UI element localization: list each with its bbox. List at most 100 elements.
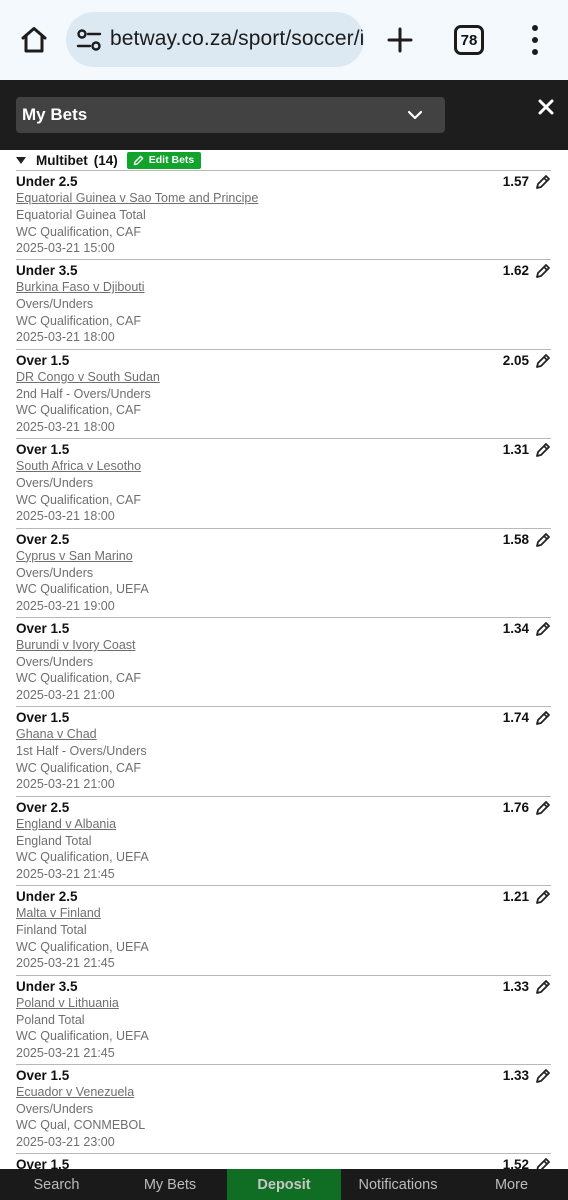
nav-more[interactable]: More [455,1169,568,1200]
bet-match-link[interactable]: Burundi v Ivory Coast [16,638,136,652]
bet-market: Overs/Unders [16,297,94,312]
bet-odds: 1.62 [502,263,529,279]
edit-bets-button[interactable]: Edit Bets [126,151,202,169]
bet-row: Under 3.5 1.62 Burkina Faso v Djibouti Over… [16,259,551,348]
bet-match-link[interactable]: Malta v Finland [16,906,101,920]
bet-market: Overs/Unders [16,654,94,669]
bet-odds: 1.76 [502,799,529,815]
bet-selection: Under 3.5 [16,978,78,994]
bet-competition: WC Qualification, CAF [16,671,142,686]
tab-switcher-icon[interactable]: 78 [454,25,484,55]
edit-bets-label: Edit Bets [148,154,195,166]
pencil-icon[interactable] [535,621,551,637]
bet-competition: WC Qualification, CAF [16,313,142,328]
bet-row: Under 3.5 1.33 Poland v Lithuania Poland To… [16,974,551,1064]
bet-market: Equatorial Guinea Total [16,208,146,222]
bet-time: 2025-03-21 21:00 [16,777,115,792]
bet-match-link[interactable]: Ecuador v Venezuela [16,1085,134,1099]
collapse-triangle-icon[interactable] [16,156,26,164]
bet-market: 1st Half - Overs/Unders [16,744,147,759]
pencil-icon[interactable] [535,800,551,816]
bet-competition: WC Qualification, UEFA [16,582,149,597]
multibet-header[interactable]: Multibet (14) Edit Bets [16,150,202,170]
bet-odds: 1.31 [502,442,529,458]
more-vert-icon[interactable] [522,22,548,58]
bet-market: Overs/Unders [16,476,94,491]
url-text: betway.co.za/sport/soccer/int/ [110,27,364,50]
bet-match-link[interactable]: Ghana v Chad [16,727,97,741]
bet-row: Over 1.5 2.05 DR Congo v South Sudan 2nd Ha… [16,348,551,438]
pencil-icon[interactable] [535,174,551,190]
pencil-icon[interactable] [535,353,551,369]
bet-selection: Over 1.5 [16,1067,70,1083]
bet-row: Over 2.5 1.58 Cyprus v San Marino Overs/Und… [16,527,551,617]
bet-selection: Under 3.5 [16,263,78,279]
bet-odds: 1.33 [502,1067,529,1083]
bet-row: Over 2.5 1.76 England v Albania England Tot… [16,795,551,885]
pencil-icon[interactable] [535,979,551,995]
bet-list-panel: Multibet (14) Edit Bets Under 2.5 1.57 Equ… [0,150,568,1170]
bet-row: Over 1.5 1.33 Ecuador v Venezuela Overs/Und… [16,1063,551,1153]
bet-match-link[interactable]: England v Albania [16,817,116,831]
site-settings-icon[interactable] [76,27,102,53]
bet-time: 2025-03-21 21:00 [16,687,115,702]
bet-match-link[interactable]: Equatorial Guinea v Sao Tome and Princip… [16,191,258,205]
bet-market: Finland Total [16,923,87,938]
home-button[interactable] [14,20,54,60]
address-bar[interactable]: betway.co.za/sport/soccer/int/ [66,12,364,67]
bet-competition: WC Qualification, UEFA [16,850,149,865]
bet-time: 2025-03-21 21:45 [16,866,115,881]
bet-competition: WC Qualification, CAF [16,760,142,775]
pencil-icon[interactable] [535,263,551,279]
bet-match-link[interactable]: DR Congo v South Sudan [16,370,160,384]
bet-time: 2025-03-21 21:45 [16,956,115,971]
nav-search[interactable]: Search [0,1169,113,1200]
nav-deposit[interactable]: Deposit [227,1169,341,1200]
pencil-icon[interactable] [535,442,551,458]
bet-time: 2025-03-21 18:00 [16,509,115,524]
browser-toolbar: betway.co.za/sport/soccer/int/ 78 [0,0,568,80]
bet-row: Over 1.5 1.31 South Africa v Lesotho Overs/… [16,438,551,527]
bet-list: Under 2.5 1.57 Equatorial Guinea v Sao Tom… [16,170,551,1170]
bet-competition: WC Qualification, UEFA [16,939,149,954]
close-icon[interactable] [535,96,557,118]
multibet-label: Multibet [36,152,88,168]
multibet-count: (14) [93,152,118,168]
bet-row: Over 1.5 1.74 Ghana v Chad 1st Half - Overs… [16,706,551,795]
plus-icon [387,27,413,53]
bet-match-link[interactable]: Poland v Lithuania [16,996,119,1010]
bet-selection: Under 2.5 [16,889,78,905]
bet-match-link[interactable]: Cyprus v San Marino [16,549,133,563]
bet-selection: Over 1.5 [16,710,70,726]
bet-odds: 1.57 [502,174,529,189]
bet-competition: WC Qualification, CAF [16,403,142,418]
nav-notifications[interactable]: Notifications [341,1169,455,1200]
bet-selection: Under 2.5 [16,174,78,189]
bet-odds: 1.58 [502,531,529,547]
dropdown-label: My Bets [22,105,88,124]
bet-selection: Over 1.5 [16,620,70,636]
bet-row: Over 1.5 1.34 Burundi v Ivory Coast Overs/U… [16,616,551,706]
bet-odds: 1.33 [502,978,529,994]
bet-competition: WC Qualification, UEFA [16,1029,149,1044]
pencil-icon[interactable] [535,1068,551,1084]
bet-odds: 2.05 [502,352,529,368]
bet-odds: 1.74 [502,710,529,726]
pencil-icon[interactable] [535,889,551,905]
my-bets-dropdown[interactable]: My Bets [16,97,445,133]
bet-time: 2025-03-21 23:00 [16,1134,115,1149]
bet-match-link[interactable]: Burkina Faso v Djibouti [16,280,145,294]
bet-time: 2025-03-21 18:00 [16,419,115,434]
pencil-icon[interactable] [535,710,551,726]
bet-odds: 1.34 [502,620,529,636]
bet-selection: Over 2.5 [16,799,70,815]
bet-match-link[interactable]: South Africa v Lesotho [16,459,141,473]
bottom-nav: Search My Bets Deposit Notifications Mor… [0,1169,568,1200]
pencil-icon[interactable] [535,532,551,548]
bet-time: 2025-03-21 21:45 [16,1045,115,1060]
bet-selection: Over 2.5 [16,531,70,547]
bet-market: England Total [16,833,92,848]
new-tab-button[interactable] [380,20,420,60]
bet-market: Poland Total [16,1012,85,1027]
nav-my-bets[interactable]: My Bets [113,1169,227,1200]
